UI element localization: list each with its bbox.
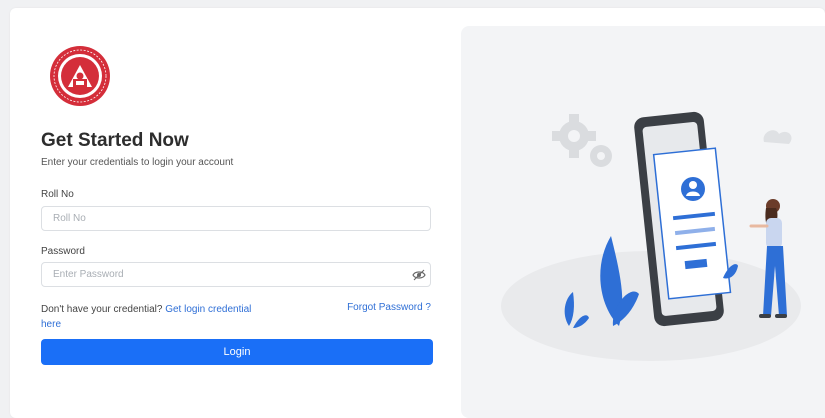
- no-credential-text: Don't have your credential?: [41, 304, 163, 315]
- login-button[interactable]: Login: [41, 339, 433, 365]
- login-card: Get Started Now Enter your credentials t…: [10, 8, 825, 418]
- college-seal-icon: [50, 46, 110, 106]
- page-title: Get Started Now: [41, 130, 189, 151]
- roll-no-label: Roll No: [41, 189, 74, 200]
- login-form-panel: Get Started Now Enter your credentials t…: [40, 8, 435, 418]
- forgot-password-link[interactable]: Forgot Password ?: [347, 302, 431, 313]
- password-label: Password: [41, 246, 85, 257]
- page-subtitle: Enter your credentials to login your acc…: [41, 157, 234, 168]
- password-input[interactable]: [41, 262, 431, 287]
- illustration-panel: [461, 26, 825, 418]
- show-password-eye-icon[interactable]: [412, 269, 426, 281]
- login-phone-illustration: [501, 111, 801, 361]
- get-credential-text: Don't have your credential? Get login cr…: [41, 302, 261, 332]
- roll-no-input[interactable]: [41, 206, 431, 231]
